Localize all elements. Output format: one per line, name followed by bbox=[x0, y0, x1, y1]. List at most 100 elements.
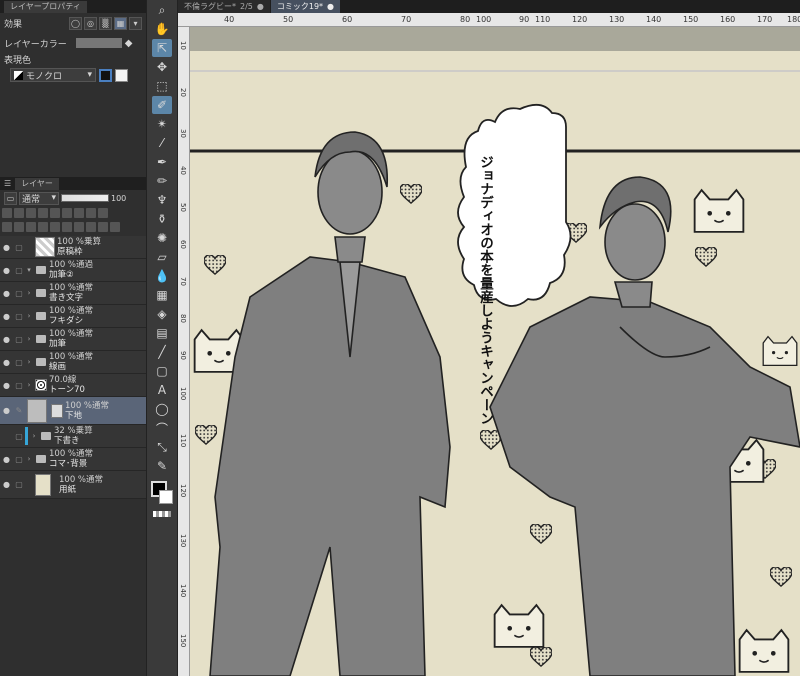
document-tab[interactable]: 不倫ラグビー* 2/5 ● bbox=[178, 0, 270, 13]
eye-icon[interactable]: ● bbox=[0, 406, 13, 415]
layer-tab[interactable]: レイヤー bbox=[15, 177, 59, 190]
layer-row[interactable]: ● ▢ 100 %通常 用紙 bbox=[0, 471, 146, 499]
eye-icon[interactable]: ● bbox=[0, 480, 13, 489]
sub-color-swatch[interactable] bbox=[159, 490, 173, 504]
shape-icon[interactable]: ▢ bbox=[152, 362, 172, 380]
effect-border-button[interactable]: ◎ bbox=[84, 16, 97, 30]
expand-arrow-icon[interactable]: › bbox=[25, 289, 33, 297]
balloon-icon[interactable]: ◯ bbox=[152, 400, 172, 418]
layer-row[interactable]: ● ▢ › 100 %通常 フキダシ bbox=[0, 305, 146, 328]
close-icon[interactable]: ● bbox=[327, 0, 334, 13]
line-icon[interactable]: ╱ bbox=[152, 343, 172, 361]
mask-create-icon[interactable] bbox=[62, 222, 72, 232]
mask-icon[interactable] bbox=[62, 208, 72, 218]
opacity-value[interactable]: 100 bbox=[111, 194, 126, 203]
new-vector-layer-icon[interactable] bbox=[14, 222, 24, 232]
operation-icon[interactable]: ⇱ bbox=[152, 39, 172, 57]
layer-row[interactable]: ● ▢ 100 %乗算 原稿枠 bbox=[0, 236, 146, 259]
eye-icon[interactable]: ● bbox=[0, 312, 13, 321]
dropper-icon[interactable]: ✎ bbox=[152, 457, 172, 475]
draft-icon[interactable] bbox=[26, 208, 36, 218]
hand-icon[interactable]: ✋ bbox=[152, 20, 172, 38]
pen-icon[interactable]: ✒ bbox=[152, 153, 172, 171]
white-color-swatch[interactable] bbox=[115, 68, 128, 82]
text-icon[interactable]: A bbox=[152, 381, 172, 399]
document-tab-active[interactable]: コミック19* ● bbox=[270, 0, 341, 13]
layer-row[interactable]: ● ▢ › 70.0線 トーン70 bbox=[0, 374, 146, 397]
manga-page[interactable]: ジョナディオの本を量産しようキャンペーン bbox=[190, 27, 800, 676]
mask-apply-icon[interactable] bbox=[74, 222, 84, 232]
close-icon[interactable]: ● bbox=[257, 0, 264, 13]
layer-row[interactable]: ● ▢ › 100 %通常 コマ･背景 bbox=[0, 448, 146, 471]
layer-row[interactable]: ● ▢ › 100 %通常 加筆 bbox=[0, 328, 146, 351]
expand-arrow-icon[interactable]: › bbox=[30, 432, 38, 440]
transparent-color-swatch[interactable] bbox=[153, 511, 171, 517]
expression-select[interactable]: モノクロ ▾ bbox=[10, 68, 96, 82]
clip-icon[interactable] bbox=[2, 208, 12, 218]
reference-icon[interactable] bbox=[14, 208, 24, 218]
new-raster-layer-icon[interactable] bbox=[2, 222, 12, 232]
selection-icon[interactable]: ⬚ bbox=[152, 77, 172, 95]
layer-row[interactable]: ▢ › 32 %乗算 下書き bbox=[0, 425, 146, 448]
layer-kind-icon[interactable]: ▭ bbox=[4, 191, 17, 205]
palette-icon[interactable] bbox=[86, 208, 96, 218]
eye-icon[interactable]: ● bbox=[0, 266, 13, 275]
lock-toggle-icon[interactable]: ▢ bbox=[13, 480, 25, 489]
layer-row[interactable]: ● ▢ › 100 %通常 線画 bbox=[0, 351, 146, 374]
eye-icon[interactable]: ● bbox=[0, 335, 13, 344]
ruler-icon[interactable] bbox=[74, 208, 84, 218]
panel-border-icon[interactable]: ▦ bbox=[152, 286, 172, 304]
lock-toggle-icon[interactable]: ▢ bbox=[13, 381, 25, 390]
gradient-icon[interactable]: ▤ bbox=[152, 324, 172, 342]
expand-arrow-icon[interactable]: ▾ bbox=[25, 266, 33, 274]
pencil-icon[interactable]: ✏ bbox=[152, 172, 172, 190]
zoom-icon[interactable]: ⌕ bbox=[152, 1, 172, 19]
new-folder-icon[interactable] bbox=[26, 222, 36, 232]
layer-row[interactable]: ● ▢ ▾ 100 %通過 加筆② bbox=[0, 259, 146, 282]
effect-tone-button[interactable]: ▒ bbox=[99, 16, 112, 30]
show-icon[interactable] bbox=[86, 222, 96, 232]
blend-icon[interactable]: 💧 bbox=[152, 267, 172, 285]
lock-toggle-icon[interactable]: ▢ bbox=[13, 266, 25, 275]
airbrush-icon[interactable]: ⚱ bbox=[152, 210, 172, 228]
merge-down-icon[interactable] bbox=[50, 222, 60, 232]
layer-color-swatch[interactable] bbox=[75, 38, 122, 48]
fill-bucket-icon[interactable]: ◆ bbox=[125, 38, 133, 49]
opacity-slider[interactable] bbox=[61, 194, 109, 202]
lock-toggle-icon[interactable]: ▢ bbox=[13, 455, 25, 464]
trash-icon[interactable] bbox=[110, 222, 120, 232]
magic-wand-icon[interactable]: ✴ bbox=[152, 115, 172, 133]
brush-icon[interactable]: ♆ bbox=[152, 191, 172, 209]
layer-row-selected[interactable]: ● ✎ 100 %通常 下地 bbox=[0, 397, 146, 425]
lock-icon[interactable] bbox=[38, 208, 48, 218]
eye-icon[interactable]: ● bbox=[0, 381, 13, 390]
auto-select-icon[interactable]: ✐ bbox=[152, 96, 172, 114]
lock-toggle-icon[interactable]: ▢ bbox=[13, 432, 25, 441]
black-color-swatch[interactable] bbox=[99, 68, 112, 82]
lock-toggle-icon[interactable]: ▢ bbox=[13, 312, 25, 321]
layer-menu-icon[interactable]: ☰ bbox=[4, 179, 11, 188]
eye-icon[interactable]: ● bbox=[0, 455, 13, 464]
fill-icon[interactable]: ◈ bbox=[152, 305, 172, 323]
effect-tone-active-button[interactable]: ▦ bbox=[114, 16, 127, 30]
more-icon[interactable] bbox=[98, 222, 108, 232]
lock-toggle-icon[interactable]: ▢ bbox=[13, 358, 25, 367]
layer-row[interactable]: ● ▢ › 100 %通常 書き文字 bbox=[0, 282, 146, 305]
expand-arrow-icon[interactable]: › bbox=[25, 381, 33, 389]
pen-icon[interactable]: ✎ bbox=[13, 406, 25, 415]
expand-arrow-icon[interactable]: › bbox=[25, 312, 33, 320]
move-icon[interactable]: ✥ bbox=[152, 58, 172, 76]
lock-toggle-icon[interactable]: ▢ bbox=[13, 335, 25, 344]
expand-arrow-icon[interactable]: › bbox=[25, 335, 33, 343]
color-icon[interactable] bbox=[98, 208, 108, 218]
eyedropper-icon[interactable]: ⁄ bbox=[152, 134, 172, 152]
lock-alpha-icon[interactable] bbox=[50, 208, 60, 218]
correct-line-icon[interactable]: ⤡ bbox=[152, 438, 172, 456]
decoration-icon[interactable]: ✺ bbox=[152, 229, 172, 247]
expand-arrow-icon[interactable]: › bbox=[25, 455, 33, 463]
eye-icon[interactable]: ● bbox=[0, 358, 13, 367]
eye-icon[interactable]: ● bbox=[0, 289, 13, 298]
lock-toggle-icon[interactable]: ▢ bbox=[13, 243, 25, 252]
effect-none-button[interactable]: ◯ bbox=[69, 16, 82, 30]
expand-arrow-icon[interactable]: › bbox=[25, 358, 33, 366]
